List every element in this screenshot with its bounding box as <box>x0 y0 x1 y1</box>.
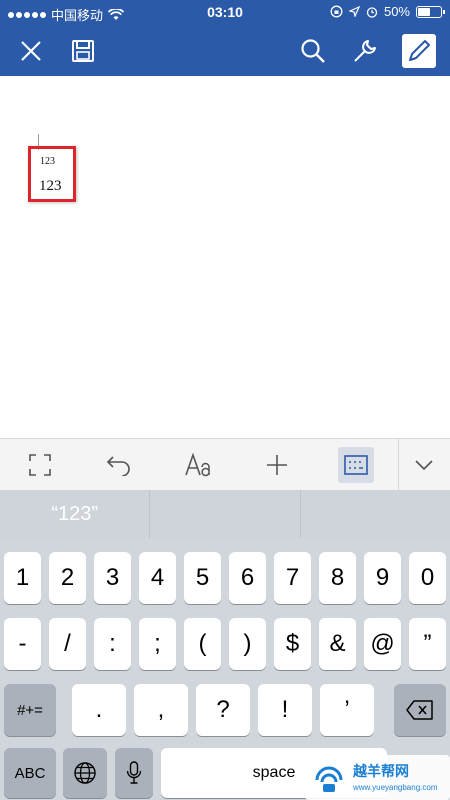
key-2[interactable]: 2 <box>49 552 86 604</box>
key-9[interactable]: 9 <box>364 552 401 604</box>
status-bar: 中国移动 03:10 50% <box>0 0 450 26</box>
keyboard-accessory-bar <box>0 438 450 491</box>
status-right: 50% <box>330 4 445 19</box>
watermark-logo-icon <box>315 766 343 792</box>
battery-icon <box>416 5 445 18</box>
key-7[interactable]: 7 <box>274 552 311 604</box>
wrench-icon <box>354 40 376 62</box>
accessory-divider <box>398 439 399 491</box>
insert-icon <box>267 455 287 475</box>
globe-icon <box>74 762 96 784</box>
save-icon <box>72 40 94 62</box>
key-6[interactable]: 6 <box>229 552 266 604</box>
expand-button[interactable] <box>18 439 62 491</box>
search-icon <box>301 39 325 63</box>
key-more-symbols[interactable]: #+= <box>4 684 56 736</box>
key-delete[interactable] <box>394 684 446 736</box>
key-period[interactable]: . <box>72 684 126 736</box>
font-format-button[interactable] <box>176 439 220 491</box>
save-button[interactable] <box>66 34 100 68</box>
key-close-paren[interactable]: ) <box>229 618 266 670</box>
key-comma[interactable]: , <box>134 684 188 736</box>
key-hyphen[interactable]: - <box>4 618 41 670</box>
key-abc[interactable]: ABC <box>4 748 56 798</box>
key-apostrophe[interactable]: ’ <box>320 684 374 736</box>
microphone-icon <box>126 761 142 784</box>
watermark-title: 越羊帮网 <box>353 763 409 779</box>
key-slash[interactable]: / <box>49 618 86 670</box>
close-icon <box>21 41 41 61</box>
key-8[interactable]: 8 <box>319 552 356 604</box>
undo-button[interactable] <box>97 439 141 491</box>
key-semicolon[interactable]: ; <box>139 618 176 670</box>
key-4[interactable]: 4 <box>139 552 176 604</box>
key-question[interactable]: ? <box>196 684 250 736</box>
key-ampersand[interactable]: & <box>319 618 356 670</box>
key-globe[interactable] <box>63 748 107 798</box>
key-open-paren[interactable]: ( <box>184 618 221 670</box>
key-3[interactable]: 3 <box>94 552 131 604</box>
keyboard-mode-icon <box>344 455 368 475</box>
key-dollar[interactable]: $ <box>274 618 311 670</box>
alarm-icon <box>366 6 378 18</box>
pencil-icon <box>409 40 430 61</box>
insert-button[interactable] <box>255 439 299 491</box>
key-dictation[interactable] <box>115 748 153 798</box>
edit-button[interactable] <box>402 34 436 68</box>
watermark-url: www.yueyangbang.com <box>353 783 438 792</box>
search-button[interactable] <box>296 34 330 68</box>
tools-button[interactable] <box>348 34 382 68</box>
document-canvas[interactable]: 123 123 <box>0 76 450 438</box>
key-at[interactable]: @ <box>364 618 401 670</box>
rotation-lock-icon <box>330 5 343 18</box>
key-5[interactable]: 5 <box>184 552 221 604</box>
highlight-box <box>28 146 76 202</box>
key-colon[interactable]: : <box>94 618 131 670</box>
suggestion-2[interactable] <box>150 490 301 538</box>
expand-icon <box>29 454 51 476</box>
suggestion-bar: “123” <box>0 490 450 538</box>
top-bar: 中国移动 03:10 50% <box>0 0 450 76</box>
chevron-down-icon <box>415 460 433 471</box>
suggestion-1[interactable]: “123” <box>0 490 151 538</box>
font-format-icon <box>185 453 210 477</box>
undo-icon <box>106 456 130 476</box>
location-icon <box>348 6 360 17</box>
key-exclamation[interactable]: ! <box>258 684 312 736</box>
close-button[interactable] <box>14 34 48 68</box>
delete-icon <box>406 700 433 720</box>
app-toolbar <box>0 26 450 76</box>
keyboard-mode-button[interactable] <box>334 439 378 491</box>
watermark: 越羊帮网 www.yueyangbang.com <box>305 755 450 800</box>
hide-keyboard-button[interactable] <box>402 439 446 491</box>
key-0[interactable]: 0 <box>409 552 446 604</box>
suggestion-3[interactable] <box>301 490 450 538</box>
key-1[interactable]: 1 <box>4 552 41 604</box>
battery-label: 50% <box>383 4 410 19</box>
key-quote[interactable]: ” <box>409 618 446 670</box>
keyboard-mode-highlight <box>338 447 374 483</box>
